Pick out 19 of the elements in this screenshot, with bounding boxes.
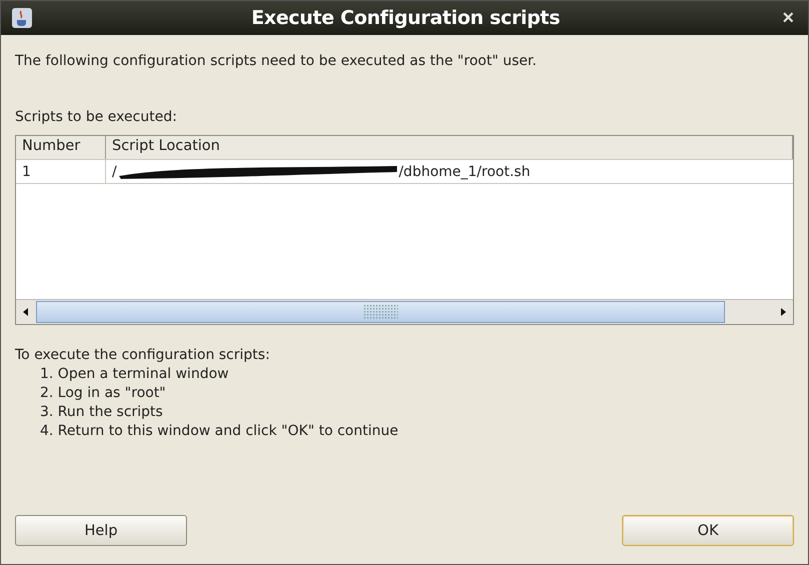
column-header[interactable]: Script Location — [106, 136, 793, 159]
instructions-heading: To execute the configuration scripts: — [15, 347, 271, 363]
dialog-button[interactable]: OK — [622, 515, 794, 546]
dialog-button[interactable]: Help — [15, 515, 187, 546]
table-label: Scripts to be executed: — [15, 109, 178, 125]
java-cup-icon — [11, 7, 33, 29]
intro-text: The following configuration scripts need to be executed as the "root" user. — [15, 53, 538, 69]
instruction-step: 3. Run the scripts — [40, 404, 794, 420]
instruction-step: 1. Open a terminal window — [40, 366, 794, 382]
table-cell: 1 — [16, 160, 106, 183]
instruction-step: 4. Return to this window and click "OK" to continue — [40, 423, 794, 439]
column-header[interactable]: Number — [16, 136, 106, 159]
horizontal-scrollbar[interactable] — [16, 299, 793, 324]
table-cell-text: / /dbhome_1/root.sh — [111, 162, 532, 182]
scroll-thumb[interactable] — [36, 301, 725, 323]
close-button[interactable]: × — [778, 6, 798, 30]
grip-icon — [364, 305, 398, 319]
window-title: Execute Configuration scripts — [250, 7, 561, 29]
instruction-step: 2. Log in as "root" — [40, 385, 794, 401]
